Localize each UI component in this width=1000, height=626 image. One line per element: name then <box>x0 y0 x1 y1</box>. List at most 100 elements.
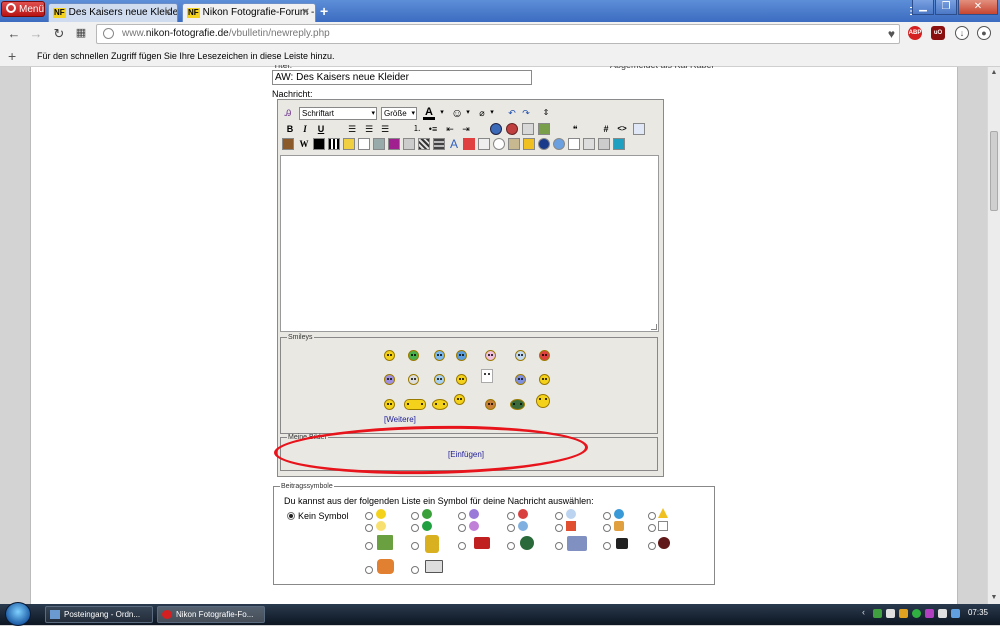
tray-display-icon[interactable] <box>951 609 960 618</box>
ublock-icon[interactable]: uO <box>931 26 945 40</box>
add-bookmark-icon[interactable]: + <box>8 46 16 67</box>
smiley-confused-icon[interactable] <box>384 374 395 385</box>
search-zoom-icon[interactable] <box>493 138 505 150</box>
radio-symbol[interactable] <box>507 542 515 550</box>
attachment-dropdown-icon[interactable]: ▾ <box>486 107 498 119</box>
smiley-think-icon[interactable] <box>454 394 465 405</box>
align-right-icon[interactable]: ☰ <box>379 123 391 135</box>
tab-nikon-forum[interactable]: NF Nikon Fotografie-Forum - ✕ <box>182 3 316 22</box>
pdf-icon[interactable] <box>463 138 475 150</box>
speed-dial-grid-icon[interactable]: ▦ <box>73 26 89 39</box>
radio-symbol[interactable] <box>411 542 419 550</box>
indent-icon[interactable]: ⇥ <box>460 123 472 135</box>
tray-app-icon[interactable] <box>925 609 934 618</box>
smiley-eek-icon[interactable] <box>408 374 419 385</box>
close-tab-icon[interactable]: ✕ <box>164 4 172 22</box>
taskbar-item-mail[interactable]: Posteingang - Ordn... <box>45 606 153 623</box>
font-a-icon[interactable]: A <box>448 138 460 150</box>
resize-handle-icon[interactable] <box>651 324 657 330</box>
smiley-smile-icon[interactable] <box>539 374 550 385</box>
italic-button[interactable]: I <box>299 123 311 135</box>
radio-symbol[interactable] <box>365 542 373 550</box>
text-color-icon[interactable]: A <box>423 107 435 120</box>
redo-icon[interactable]: ↷ <box>520 107 532 119</box>
radio-symbol[interactable] <box>555 542 563 550</box>
radio-symbol[interactable] <box>365 524 373 532</box>
window-close-icon[interactable]: ✕ <box>958 0 998 15</box>
smiley-cheer-icon[interactable] <box>536 394 550 408</box>
php-code-icon[interactable] <box>633 123 645 135</box>
text-t-icon[interactable] <box>523 138 535 150</box>
underline-button[interactable]: U <box>315 123 327 135</box>
radio-symbol[interactable] <box>507 524 515 532</box>
code-button[interactable]: <> <box>616 123 628 135</box>
forward-arrow-icon[interactable]: → <box>28 26 44 41</box>
radio-no-symbol[interactable] <box>287 512 295 520</box>
hash-button[interactable]: # <box>600 123 612 135</box>
smiley-laugh-icon[interactable] <box>456 374 467 385</box>
radio-symbol[interactable] <box>411 566 419 574</box>
barcode-icon[interactable] <box>328 138 340 150</box>
scrollbar-thumb[interactable] <box>990 131 998 211</box>
wiki-button[interactable]: W <box>298 138 310 150</box>
cursor-icon[interactable] <box>478 138 490 150</box>
pattern-icon-1[interactable] <box>418 138 430 150</box>
smiley-cool-icon[interactable] <box>456 350 467 361</box>
media-m-icon[interactable] <box>313 138 325 150</box>
taskbar-clock[interactable]: 07:35 <box>968 608 988 617</box>
radio-symbol[interactable] <box>648 542 656 550</box>
smiley-clap-icon[interactable] <box>432 399 448 410</box>
scroll-up-icon[interactable]: ▲ <box>988 67 1000 79</box>
radio-symbol[interactable] <box>648 524 656 532</box>
switch-mode-icon[interactable]: Ꭿ <box>282 107 294 119</box>
radio-symbol[interactable] <box>507 512 515 520</box>
account-icon[interactable]: ● <box>977 26 991 40</box>
insert-image-icon[interactable] <box>538 123 550 135</box>
align-center-icon[interactable]: ☰ <box>363 123 375 135</box>
page-scrollbar[interactable]: ▲ ▼ <box>987 67 1000 604</box>
smiley-dance-icon[interactable] <box>404 399 426 410</box>
smiley-brown-icon[interactable] <box>485 399 496 410</box>
radio-symbol[interactable] <box>458 542 466 550</box>
new-tab-button[interactable]: + <box>320 3 328 19</box>
bookmark-heart-icon[interactable]: ♥ <box>888 25 895 43</box>
tray-expand-icon[interactable]: ‹ <box>862 607 865 617</box>
opera-menu-button[interactable]: Menü <box>1 1 45 17</box>
radio-symbol[interactable] <box>365 512 373 520</box>
align-left-icon[interactable]: ☰ <box>346 123 358 135</box>
pattern-icon-2[interactable] <box>433 138 445 150</box>
address-bar[interactable]: www.nikon-fotografie.de/vbulletin/newrep… <box>96 24 900 44</box>
smiley-kiss-icon[interactable] <box>485 350 496 361</box>
radio-symbol[interactable] <box>555 524 563 532</box>
video-icon[interactable] <box>553 138 565 150</box>
smiley-grin-icon[interactable] <box>408 350 419 361</box>
smiley-sleep-icon[interactable] <box>434 374 445 385</box>
purple-media-icon[interactable] <box>388 138 400 150</box>
message-textarea[interactable] <box>280 155 659 332</box>
maximize-icon[interactable]: ❐ <box>935 0 957 15</box>
globe-media-icon[interactable] <box>538 138 550 150</box>
trophy-icon[interactable] <box>343 138 355 150</box>
tray-network-icon[interactable] <box>873 609 882 618</box>
email-link-icon[interactable] <box>522 123 534 135</box>
white-flag-icon[interactable] <box>481 369 493 383</box>
smiley-basic-icon[interactable] <box>384 399 395 410</box>
back-arrow-icon[interactable]: ← <box>6 26 22 41</box>
smiley-icon[interactable] <box>384 350 395 361</box>
reload-icon[interactable]: ↻ <box>51 26 67 42</box>
smiley-wink-icon[interactable] <box>434 350 445 361</box>
bold-button[interactable]: B <box>284 123 296 135</box>
outdent-icon[interactable]: ⇤ <box>444 123 456 135</box>
tray-update-icon[interactable] <box>899 609 908 618</box>
radio-symbol[interactable] <box>603 512 611 520</box>
smiley-shades-icon[interactable] <box>515 350 526 361</box>
subject-input[interactable] <box>272 70 532 85</box>
undo-icon[interactable]: ↶ <box>506 107 518 119</box>
ordered-list-icon[interactable]: ⒈ <box>411 123 423 135</box>
size-select[interactable]: Größe <box>381 107 417 120</box>
photo-icon[interactable] <box>282 138 294 150</box>
smiley-rolleyes-icon[interactable] <box>515 374 526 385</box>
url-text[interactable]: www.nikon-fotografie.de/vbulletin/newrep… <box>122 25 330 43</box>
clipboard-icon[interactable] <box>358 138 370 150</box>
info-icon[interactable] <box>568 138 580 150</box>
